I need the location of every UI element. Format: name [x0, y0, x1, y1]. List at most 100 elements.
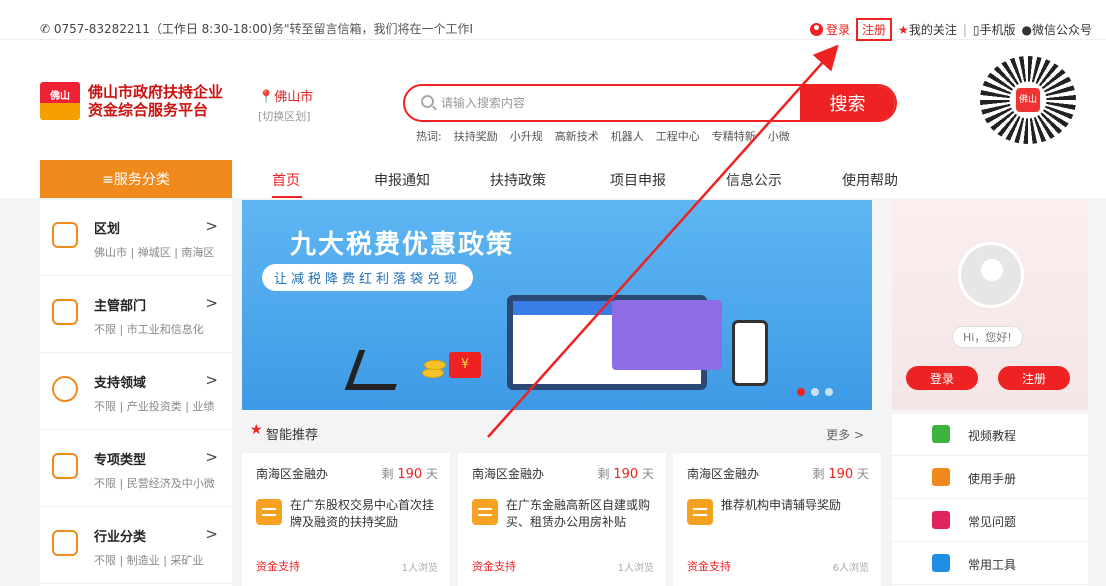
- sidebar-item-title: 行业分类: [94, 530, 147, 545]
- card-days-left: 剩 190 天: [812, 465, 869, 482]
- chevron-right-icon: >: [205, 525, 218, 543]
- recommend-header: ★ 智能推荐 更多 >: [242, 420, 872, 444]
- screen-illustration: [612, 300, 722, 370]
- recommend-card[interactable]: 南海区金融办 剩 190 天 推荐机构申请辅导奖励 资金支持 6人浏览: [673, 453, 881, 586]
- hot-word[interactable]: 专精特新: [712, 128, 756, 144]
- nav-projects[interactable]: 项目申报: [610, 170, 666, 190]
- quick-link-video[interactable]: 视频教程: [892, 414, 1088, 456]
- my-follow-link[interactable]: ★我的关注: [898, 21, 957, 38]
- promo-banner[interactable]: 九大税费优惠政策 让减税降费红利落袋兑现 ¥: [242, 200, 872, 410]
- more-link[interactable]: 更多 >: [826, 426, 864, 443]
- days-unit: 天: [641, 467, 654, 481]
- coin-icon: [424, 360, 446, 370]
- login-label: 登录: [826, 23, 851, 37]
- phone-icon: ✆: [40, 22, 51, 36]
- recommend-title: 智能推荐: [266, 428, 319, 443]
- panel-register-button[interactable]: 注册: [998, 366, 1070, 390]
- phone-illustration: [732, 320, 768, 386]
- logo-title: 佛山市政府扶持企业 资金综合服务平台: [88, 83, 223, 119]
- filter-sidebar: 区划 > 佛山市 | 禅城区 | 南海区 主管部门 > 不限 | 市工业和信息化…: [40, 200, 232, 586]
- carousel-dots: [797, 388, 833, 396]
- user-panel: Hi，您好! 登录 注册: [892, 200, 1088, 410]
- search-icon: [421, 95, 434, 108]
- nav-help[interactable]: 使用帮助: [842, 170, 898, 190]
- register-link[interactable]: 注册: [856, 18, 893, 41]
- document-icon: [472, 499, 498, 525]
- hot-word[interactable]: 扶持奖励: [454, 128, 498, 144]
- avatar: [958, 242, 1024, 308]
- carousel-dot[interactable]: [825, 388, 833, 396]
- nav-announcements[interactable]: 信息公示: [726, 170, 782, 190]
- quick-link-manual[interactable]: 使用手册: [892, 457, 1088, 499]
- current-city: 📍佛山市: [258, 86, 313, 105]
- hotline-text: 0757-83282211（工作日 8:30-18:00): [53, 22, 273, 36]
- chevron-right-icon: >: [205, 294, 218, 312]
- field-icon: [52, 376, 78, 402]
- quick-link-label: 常用工具: [968, 558, 1017, 572]
- days-value: 190: [613, 467, 639, 482]
- document-icon: [687, 499, 713, 525]
- top-bar: ✆ 0757-83282211（工作日 8:30-18:00) 务"转至留言信箱…: [0, 0, 1106, 41]
- quick-link-tools[interactable]: 常用工具: [892, 543, 1088, 585]
- sidebar-item-title: 专项类型: [94, 453, 147, 468]
- sidebar-item-type[interactable]: 专项类型 > 不限 | 民营经济及中小微: [40, 431, 232, 507]
- nav-home[interactable]: 首页: [272, 170, 300, 190]
- sidebar-item-industry[interactable]: 行业分类 > 不限 | 制造业 | 采矿业: [40, 508, 232, 584]
- sidebar-item-department[interactable]: 主管部门 > 不限 | 市工业和信息化: [40, 277, 232, 353]
- city-label: 佛山市: [274, 90, 314, 105]
- quick-link-faq[interactable]: 常见问题: [892, 500, 1088, 542]
- mobile-link[interactable]: ▯手机版: [973, 21, 1016, 38]
- question-icon: [932, 511, 950, 529]
- service-category-button[interactable]: ≡服务分类: [40, 160, 232, 198]
- sidebar-item-title: 支持领域: [94, 376, 147, 391]
- quick-link-label: 使用手册: [968, 472, 1017, 486]
- site-logo[interactable]: 佛山 佛山市政府扶持企业 资金综合服务平台: [40, 82, 223, 120]
- card-tag: 资金支持: [687, 560, 731, 573]
- tools-icon: [932, 554, 950, 572]
- logo-line1: 佛山市政府扶持企业: [88, 83, 224, 101]
- search-button[interactable]: 搜索: [800, 86, 895, 120]
- user-icon: [810, 23, 824, 36]
- nav-notices[interactable]: 申报通知: [374, 170, 430, 190]
- scrolling-notice: 务"转至留言信箱，我们将在一个工作E: [272, 22, 472, 36]
- quick-link-label: 常见问题: [968, 515, 1017, 529]
- quick-link-label: 视频教程: [968, 429, 1017, 443]
- hot-words-label: 热词:: [416, 130, 442, 143]
- sidebar-item-options: 不限 | 民营经济及中小微: [94, 477, 215, 490]
- star-icon: ★: [250, 422, 263, 438]
- days-unit: 天: [856, 467, 869, 481]
- card-days-left: 剩 190 天: [597, 465, 654, 482]
- chevron-right-icon: >: [205, 217, 218, 235]
- card-days-left: 剩 190 天: [381, 465, 438, 482]
- hot-word[interactable]: 小微: [768, 128, 790, 144]
- search-input[interactable]: [441, 86, 801, 120]
- card-title: 在广东股权交易中心首次挂牌及融资的扶持奖励: [290, 498, 435, 529]
- qr-center-logo: 佛山: [1016, 88, 1040, 112]
- recommend-card[interactable]: 南海区金融办 剩 190 天 在广东股权交易中心首次挂牌及融资的扶持奖励 资金支…: [242, 453, 450, 586]
- carousel-dot[interactable]: [811, 388, 819, 396]
- recommend-card[interactable]: 南海区金融办 剩 190 天 在广东金融高新区自建或购买、租赁办公用房补贴 资金…: [458, 453, 666, 586]
- hot-word[interactable]: 高新技术: [555, 128, 599, 144]
- sidebar-item-field[interactable]: 支持领域 > 不限 | 产业投资类 | 业绩: [40, 354, 232, 430]
- carousel-dot[interactable]: [797, 388, 805, 396]
- card-tag: 资金支持: [256, 560, 300, 573]
- panel-login-button[interactable]: 登录: [906, 366, 978, 390]
- hot-word[interactable]: 机器人: [611, 128, 644, 144]
- wechat-link[interactable]: ●微信公众号: [1022, 21, 1093, 38]
- hot-word[interactable]: 小升规: [510, 128, 543, 144]
- days-prefix: 剩: [812, 467, 825, 481]
- search-bar: 搜索: [403, 84, 897, 122]
- hot-word[interactable]: 工程中心: [656, 128, 700, 144]
- nav-policies[interactable]: 扶持政策: [490, 170, 546, 190]
- card-tag: 资金支持: [472, 560, 516, 573]
- login-link[interactable]: 登录: [810, 21, 850, 38]
- greeting: Hi，您好!: [952, 326, 1023, 348]
- signpost-icon: [52, 530, 78, 556]
- divider: |: [962, 22, 967, 37]
- red-envelope-icon: ¥: [449, 352, 481, 378]
- sidebar-item-region[interactable]: 区划 > 佛山市 | 禅城区 | 南海区: [40, 200, 232, 276]
- logo-emblem: 佛山: [40, 82, 80, 120]
- card-views: 1人浏览: [401, 563, 438, 574]
- switch-region-link[interactable]: [切换区划]: [258, 108, 311, 124]
- card-org: 南海区金融办: [256, 467, 329, 481]
